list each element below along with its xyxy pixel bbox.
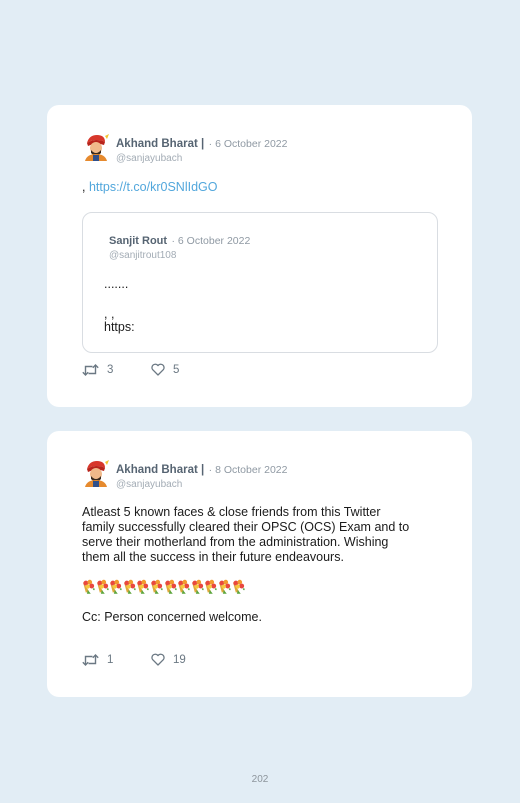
author-handle[interactable]: @sanjayubach (116, 479, 287, 490)
retweet-icon (82, 364, 99, 376)
retweet-count: 3 (107, 364, 114, 376)
page-number: 202 (251, 774, 269, 785)
tweet-text-line: family successfully cleared their OPSC (… (82, 520, 410, 534)
tweet-cc-line: Cc: Person concerned welcome. (82, 610, 262, 624)
bouquet-emoji (123, 579, 136, 594)
bouquet-emoji-row (82, 578, 245, 596)
bouquet-emoji (137, 579, 149, 594)
bouquet-emoji (178, 579, 190, 594)
tweet-date[interactable]: · 6 October 2022 (209, 138, 288, 150)
tweet-card-1: Akhand Bharat | · 6 October 2022 @sanjay… (47, 105, 472, 407)
tweet-text: , https://t.co/kr0SNlIdGO (82, 180, 217, 195)
tweet-text: Atleast 5 known faces & close friends fr… (82, 505, 409, 565)
quoted-author-name[interactable]: Sanjit Rout (109, 235, 167, 247)
quoted-text-line: ....... (104, 277, 129, 291)
bouquet-emoji (110, 579, 122, 594)
bouquet-emoji (164, 579, 177, 594)
tweet-text-line: Atleast 5 known faces & close friends fr… (82, 505, 381, 519)
retweet-count: 1 (107, 654, 114, 666)
retweet-button[interactable]: 1 (82, 653, 113, 667)
author-handle[interactable]: @sanjayubach (116, 153, 287, 164)
bouquet-emoji (218, 579, 231, 594)
quoted-tweet-header: Sanjit Rout · 6 October 2022 @sanjitrout… (109, 231, 250, 261)
author-name[interactable]: Akhand Bharat | (116, 138, 204, 150)
like-button[interactable]: 19 (151, 653, 186, 666)
tweet-text-line: serve their motherland from the administ… (82, 535, 389, 549)
tweet-date[interactable]: · 8 October 2022 (209, 464, 288, 476)
author-name[interactable]: Akhand Bharat | (116, 464, 204, 476)
like-button[interactable]: 5 (151, 363, 179, 376)
quoted-text-line: , , (104, 307, 115, 321)
tweet-link[interactable]: https://t.co/kr0SNlIdGO (89, 180, 218, 194)
like-count: 5 (173, 363, 180, 376)
avatar[interactable] (82, 133, 110, 161)
retweet-icon (82, 654, 99, 666)
heart-icon (151, 363, 165, 376)
avatar[interactable] (82, 459, 110, 487)
tweet-card-2: Akhand Bharat | · 8 October 2022 @sanjay… (47, 431, 472, 697)
like-count: 19 (173, 653, 186, 666)
bouquet-emoji (96, 579, 109, 594)
bouquet-emoji (150, 579, 163, 594)
tweet-prefix: , (82, 180, 86, 194)
quoted-tweet-date[interactable]: · 6 October 2022 (172, 235, 251, 247)
bouquet-emoji (191, 579, 204, 594)
heart-icon (151, 653, 165, 666)
quoted-author-handle[interactable]: @sanjitrout108 (109, 250, 250, 261)
quoted-text-line: https: (104, 320, 135, 334)
quoted-tweet[interactable]: Sanjit Rout · 6 October 2022 @sanjitrout… (82, 212, 438, 353)
bouquet-emoji (232, 579, 245, 594)
tweet-text-line: them all the success in their future end… (82, 550, 344, 564)
retweet-button[interactable]: 3 (82, 363, 113, 377)
bouquet-emoji (205, 579, 217, 594)
bouquet-emoji (82, 579, 95, 594)
